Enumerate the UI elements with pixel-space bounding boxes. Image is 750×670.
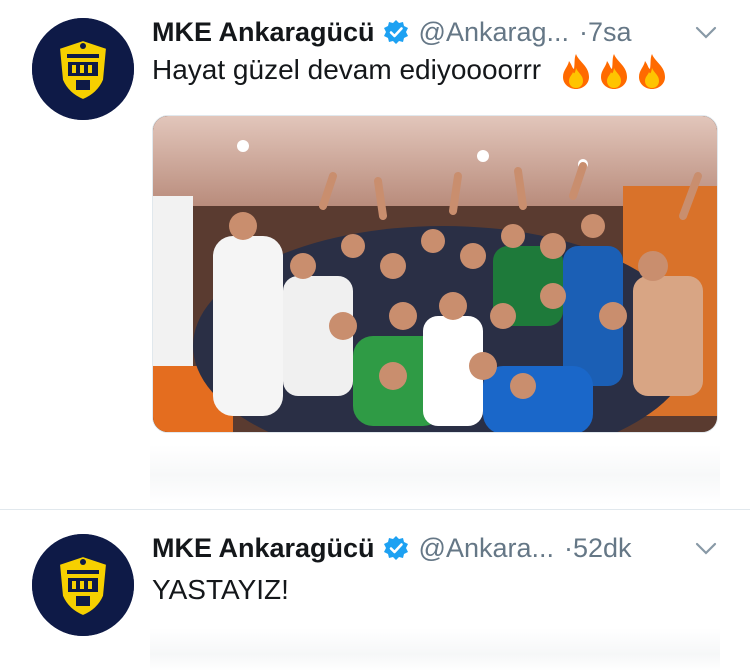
media-placeholder xyxy=(150,628,720,670)
fire-icon xyxy=(559,52,593,90)
tweet-text: YASTAYIZ! xyxy=(152,574,289,606)
tweet-text-content: Hayat güzel devam ediyoooorrr xyxy=(152,53,542,85)
author-name[interactable]: MKE Ankaragücü xyxy=(152,533,375,564)
club-logo-icon xyxy=(32,18,134,120)
club-logo-icon xyxy=(32,534,134,636)
media-placeholder xyxy=(150,445,720,505)
verified-badge-icon xyxy=(383,19,409,45)
tweet-header: MKE Ankaragücü @Ankarag... ·7sa xyxy=(152,12,730,52)
tweet-timestamp[interactable]: ·52dk xyxy=(564,533,632,564)
chevron-down-icon[interactable] xyxy=(694,20,718,44)
tweet-photo[interactable] xyxy=(152,115,718,433)
tweet-item[interactable]: MKE Ankaragücü @Ankarag... ·7sa Hayat gü… xyxy=(0,0,750,510)
fire-icon xyxy=(635,52,669,90)
team-celebration-photo xyxy=(153,116,717,432)
tweet-timestamp[interactable]: ·7sa xyxy=(579,17,632,48)
author-handle[interactable]: @Ankarag... xyxy=(419,17,569,48)
chevron-down-icon[interactable] xyxy=(694,536,718,560)
tweet-item[interactable]: MKE Ankaragücü @Ankara... ·52dk YASTAYIZ… xyxy=(0,510,750,670)
author-handle[interactable]: @Ankara... xyxy=(419,533,554,564)
tweet-text: Hayat güzel devam ediyoooorrr xyxy=(152,52,669,91)
emoji-group xyxy=(555,52,669,91)
avatar[interactable] xyxy=(32,18,134,120)
avatar[interactable] xyxy=(32,534,134,636)
author-name[interactable]: MKE Ankaragücü xyxy=(152,17,375,48)
verified-badge-icon xyxy=(383,535,409,561)
fire-icon xyxy=(597,52,631,90)
tweet-header: MKE Ankaragücü @Ankara... ·52dk xyxy=(152,528,730,568)
tweet-text-content: YASTAYIZ! xyxy=(152,574,289,605)
